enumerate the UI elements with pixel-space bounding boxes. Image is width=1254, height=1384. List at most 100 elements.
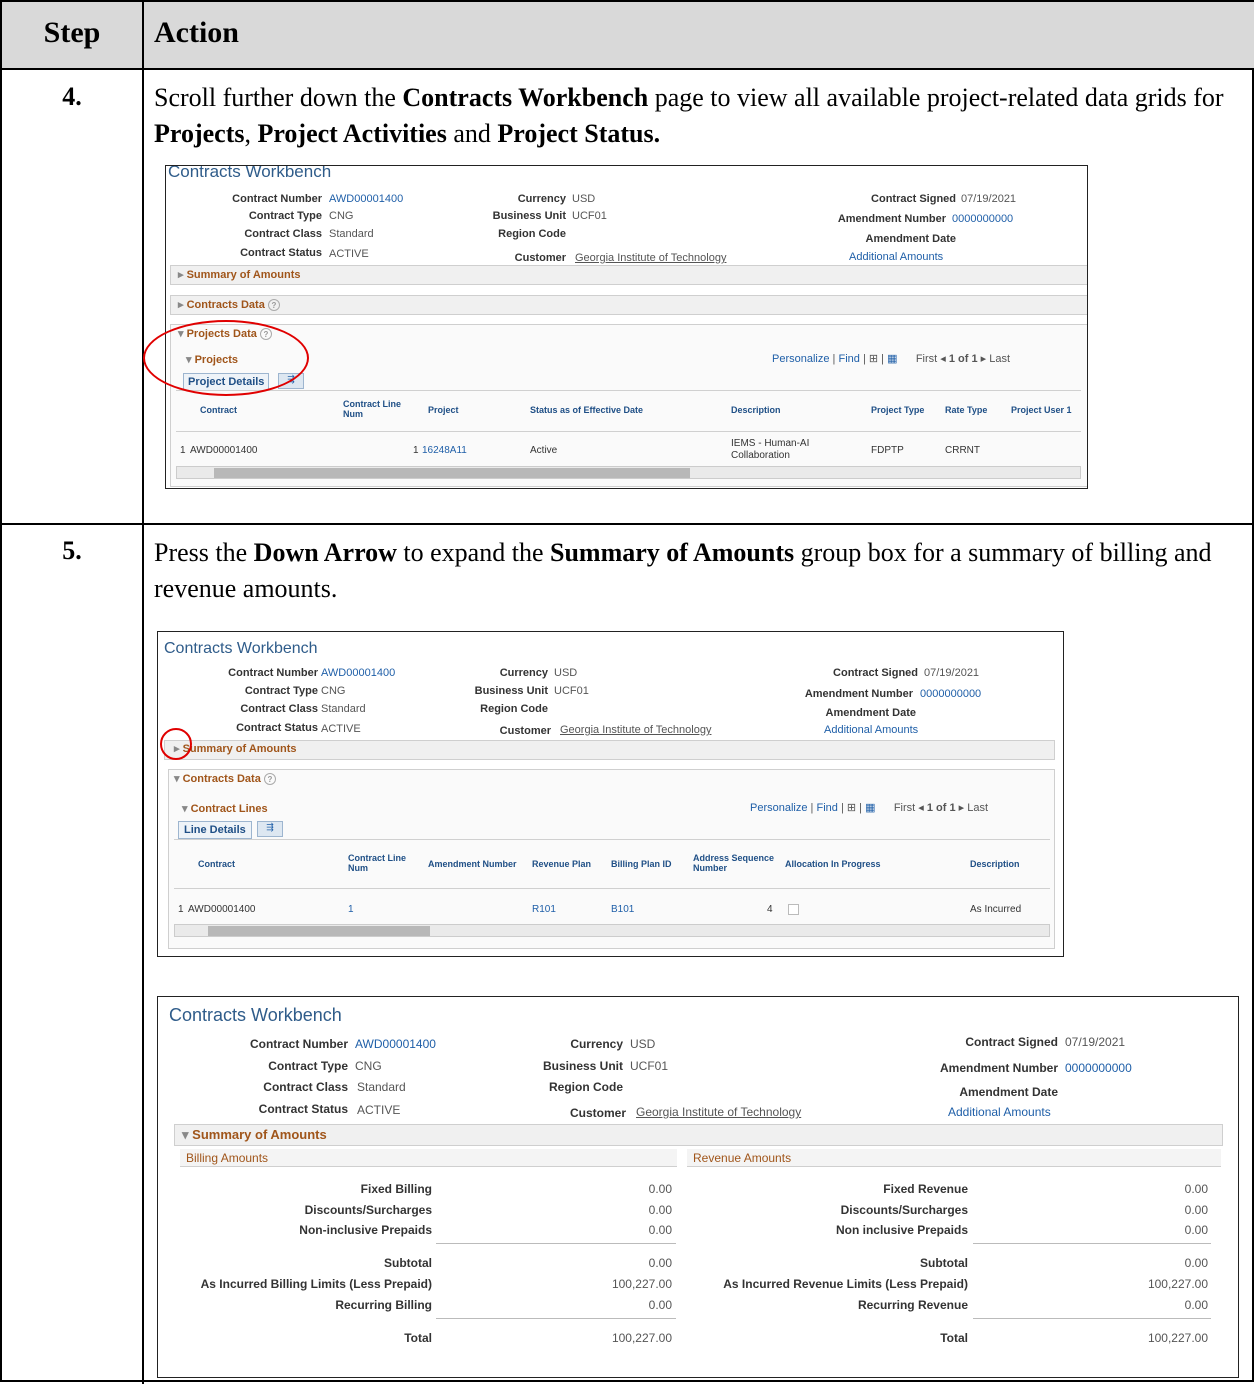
grid-header-rule <box>174 888 1050 889</box>
non-inclusive-prepaids-revenue-label: Non inclusive Prepaids <box>835 1223 968 1237</box>
contract-signed-value: 07/19/2021 <box>1065 1035 1126 1049</box>
prev-icon[interactable]: ◂ <box>940 353 946 365</box>
summary-of-amounts-header[interactable]: ▾ Summary of Amounts <box>182 1127 327 1143</box>
download-icon[interactable]: ▦ <box>865 802 875 814</box>
view-all-icon[interactable]: ⊞ <box>847 802 856 814</box>
collapse-arrow-icon[interactable]: ▾ <box>182 1127 189 1142</box>
cell-revenue-plan-link[interactable]: R101 <box>532 904 556 916</box>
contract-number-link[interactable]: AWD00001400 <box>321 667 395 679</box>
amendment-number-label: Amendment Number <box>804 688 913 700</box>
recurring-revenue-label: Recurring Revenue <box>857 1298 968 1312</box>
grid-nav: Personalize | Find | ⊞ | ▦ First ◂ 1 of … <box>750 802 989 814</box>
contract-number-link[interactable]: AWD00001400 <box>355 1037 436 1051</box>
total-rule <box>436 1318 676 1319</box>
business-unit-value: UCF01 <box>630 1059 669 1073</box>
non-inclusive-prepaids-label: Non-inclusive Prepaids <box>299 1223 432 1237</box>
business-unit-value: UCF01 <box>572 210 607 222</box>
first-link[interactable]: First <box>916 353 937 365</box>
business-unit-value: UCF01 <box>554 685 589 697</box>
contracts-data-header[interactable]: ▸ Contracts Data ? <box>178 298 280 311</box>
personalize-link[interactable]: Personalize <box>772 353 829 365</box>
contract-number-link[interactable]: AWD00001400 <box>329 193 403 205</box>
summary-of-amounts-group[interactable] <box>170 265 1087 285</box>
discounts-surcharges-value: 0.00 <box>648 1203 672 1217</box>
customer-value[interactable]: Georgia Institute of Technology <box>636 1105 801 1119</box>
contracts-data-header[interactable]: ▾ Contracts Data ? <box>174 772 276 785</box>
region-code-label: Region Code <box>498 228 566 240</box>
contract-class-value: Standard <box>329 228 374 240</box>
col-allocation-in-progress: Allocation In Progress <box>785 859 881 869</box>
grid-top-rule <box>174 839 1050 840</box>
customer-value[interactable]: Georgia Institute of Technology <box>560 724 711 736</box>
amendment-number-link[interactable]: 0000000000 <box>920 688 981 700</box>
col-billing-plan-id: Billing Plan ID <box>611 859 672 869</box>
contract-signed-label: Contract Signed <box>833 667 918 679</box>
expand-arrow-icon[interactable]: ▸ <box>178 269 184 281</box>
fixed-billing-value: 0.00 <box>648 1182 672 1196</box>
page-title: Contracts Workbench <box>169 1005 342 1025</box>
tab-line-details[interactable]: Line Details <box>178 821 252 839</box>
amendment-number-link[interactable]: 0000000000 <box>1065 1061 1132 1075</box>
customer-value[interactable]: Georgia Institute of Technology <box>575 252 726 264</box>
revenue-amounts-header: Revenue Amounts <box>687 1149 1221 1167</box>
contract-type-value: CNG <box>355 1059 382 1073</box>
contract-status-label: Contract Status <box>258 1102 348 1116</box>
next-icon[interactable]: ▸ <box>959 802 965 814</box>
collapse-arrow-icon[interactable]: ▾ <box>182 803 188 815</box>
scrollbar-thumb[interactable] <box>214 468 690 478</box>
contract-class-label: Contract Class <box>240 703 318 715</box>
last-link[interactable]: Last <box>989 353 1010 365</box>
cell-line-num-link[interactable]: 1 <box>348 904 354 916</box>
summary-of-amounts-header[interactable]: ▸ Summary of Amounts <box>178 268 300 281</box>
step-4-instruction: Scroll further down the Contracts Workbe… <box>154 83 1224 148</box>
personalize-link[interactable]: Personalize <box>750 802 807 814</box>
allocation-checkbox[interactable] <box>788 904 799 915</box>
contracts-data-group[interactable] <box>170 295 1087 315</box>
prev-icon[interactable]: ◂ <box>918 802 924 814</box>
summary-of-amounts-group[interactable] <box>164 740 1055 760</box>
revenue-subtotal-label: Subtotal <box>920 1256 968 1270</box>
contract-status-value: ACTIVE <box>357 1103 401 1117</box>
additional-amounts-link[interactable]: Additional Amounts <box>948 1105 1051 1119</box>
last-link[interactable]: Last <box>967 802 988 814</box>
additional-amounts-link[interactable]: Additional Amounts <box>849 251 943 263</box>
contract-lines-grid-header[interactable]: ▾ Contract Lines <box>182 802 268 815</box>
grid-nav: Personalize | Find | ⊞ | ▦ First ◂ 1 of … <box>772 353 1011 365</box>
page-title: Contracts Workbench <box>168 165 332 181</box>
find-link[interactable]: Find <box>816 802 837 814</box>
show-all-columns-icon[interactable]: ⇶ <box>257 821 283 837</box>
currency-label: Currency <box>570 1037 623 1051</box>
scrollbar-thumb[interactable] <box>208 926 430 936</box>
non-inclusive-prepaids-revenue-value: 0.00 <box>1184 1223 1208 1237</box>
help-icon[interactable]: ? <box>263 773 276 785</box>
column-divider <box>142 2 144 1384</box>
summary-of-amounts-header[interactable]: ▸ Summary of Amounts <box>174 742 296 755</box>
header-action: Action <box>154 16 239 49</box>
row-divider <box>2 523 1254 525</box>
currency-value: USD <box>630 1037 656 1051</box>
fixed-billing-label: Fixed Billing <box>360 1182 432 1196</box>
additional-amounts-link[interactable]: Additional Amounts <box>824 724 918 736</box>
amendment-number-link[interactable]: 0000000000 <box>952 213 1013 225</box>
col-contract: Contract <box>200 405 238 415</box>
expand-arrow-icon[interactable]: ▸ <box>178 299 184 311</box>
col-status: Status as of Effective Date <box>530 405 644 415</box>
contract-number-label: Contract Number <box>249 1037 348 1051</box>
cell-billing-plan-link[interactable]: B101 <box>611 904 634 916</box>
cell-project-link[interactable]: 16248A11 <box>422 445 467 457</box>
view-all-icon[interactable]: ⊞ <box>869 353 878 365</box>
annotation-circle <box>143 320 309 396</box>
billing-total-label: Total <box>404 1331 432 1345</box>
find-link[interactable]: Find <box>838 353 859 365</box>
download-icon[interactable]: ▦ <box>887 353 897 365</box>
help-icon[interactable]: ? <box>267 299 280 311</box>
cell-contract: AWD00001400 <box>188 904 256 915</box>
contract-status-value: ACTIVE <box>321 723 361 735</box>
cell-rate-type: CRRNT <box>945 445 980 456</box>
contract-signed-value: 07/19/2021 <box>961 193 1017 205</box>
contract-type-label: Contract Type <box>268 1059 348 1073</box>
collapse-arrow-icon[interactable]: ▾ <box>174 773 180 785</box>
next-icon[interactable]: ▸ <box>981 353 987 365</box>
first-link[interactable]: First <box>894 802 915 814</box>
col-description: Description <box>970 859 1020 869</box>
